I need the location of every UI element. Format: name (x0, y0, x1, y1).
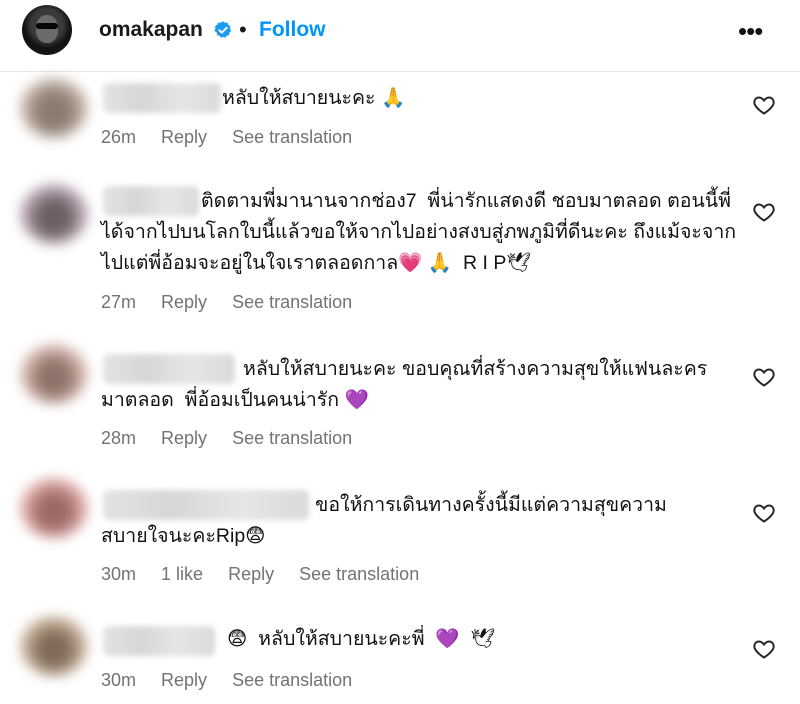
comment-text: 😨 หลับให้สบายนะคะพี่ 💜 🕊 (227, 628, 496, 650)
commenter-name-blurred[interactable] (103, 626, 215, 656)
heart-outline-icon[interactable] (752, 93, 776, 117)
see-translation-link[interactable]: See translation (232, 127, 352, 147)
author-avatar[interactable] (22, 5, 72, 55)
comment-meta: 30m 1 like Reply See translation (101, 564, 439, 585)
comment-time: 28m (101, 428, 137, 448)
heart-outline-icon[interactable] (752, 365, 776, 389)
reply-button[interactable]: Reply (161, 428, 207, 448)
commenter-avatar[interactable] (20, 616, 88, 676)
heart-outline-icon[interactable] (752, 637, 776, 661)
comment-text: หลับให้สบายนะคะ ขอบคุณที่สร้างความสุขให้… (101, 358, 708, 411)
comment-meta: 27m Reply See translation (101, 292, 372, 313)
commenter-avatar[interactable] (20, 184, 88, 244)
comment-time: 26m (101, 127, 137, 147)
comment-text: หลับให้สบายนะคะ 🙏 (222, 87, 406, 109)
commenter-avatar[interactable] (20, 478, 88, 538)
reply-button[interactable]: Reply (228, 564, 274, 584)
avatar-face (36, 15, 58, 43)
like-count[interactable]: 1 like (161, 564, 203, 584)
avatar-sunglasses (36, 23, 58, 29)
author-username[interactable]: omakapan (99, 18, 203, 42)
post-header: omakapan • Follow ••• (0, 0, 800, 72)
comment-text: ติดตามพี่มานานจากช่อง7 พี่น่ารักแสดงดี ช… (101, 190, 737, 274)
comment-meta: 30m Reply See translation (101, 670, 372, 691)
see-translation-link[interactable]: See translation (232, 292, 352, 312)
reply-button[interactable]: Reply (161, 127, 207, 147)
more-options-icon[interactable]: ••• (738, 16, 763, 47)
reply-button[interactable]: Reply (161, 670, 207, 690)
reply-button[interactable]: Reply (161, 292, 207, 312)
follow-button[interactable]: Follow (259, 18, 326, 42)
comment-meta: 26m Reply See translation (101, 127, 372, 148)
heart-outline-icon[interactable] (752, 200, 776, 224)
commenter-name-blurred[interactable] (103, 83, 221, 113)
see-translation-link[interactable]: See translation (232, 428, 352, 448)
separator-dot: • (239, 17, 247, 42)
heart-outline-icon[interactable] (752, 501, 776, 525)
see-translation-link[interactable]: See translation (299, 564, 419, 584)
comment-time: 27m (101, 292, 137, 312)
see-translation-link[interactable]: See translation (232, 670, 352, 690)
comment-text: ขอให้การเดินทางครั้งนี้มีแต่ความสุขความส… (101, 494, 667, 547)
comment-time: 30m (101, 564, 137, 584)
commenter-avatar[interactable] (20, 344, 88, 404)
comment-meta: 28m Reply See translation (101, 428, 372, 449)
comment-time: 30m (101, 670, 137, 690)
verified-badge-icon (214, 21, 232, 38)
commenter-avatar[interactable] (20, 78, 88, 138)
